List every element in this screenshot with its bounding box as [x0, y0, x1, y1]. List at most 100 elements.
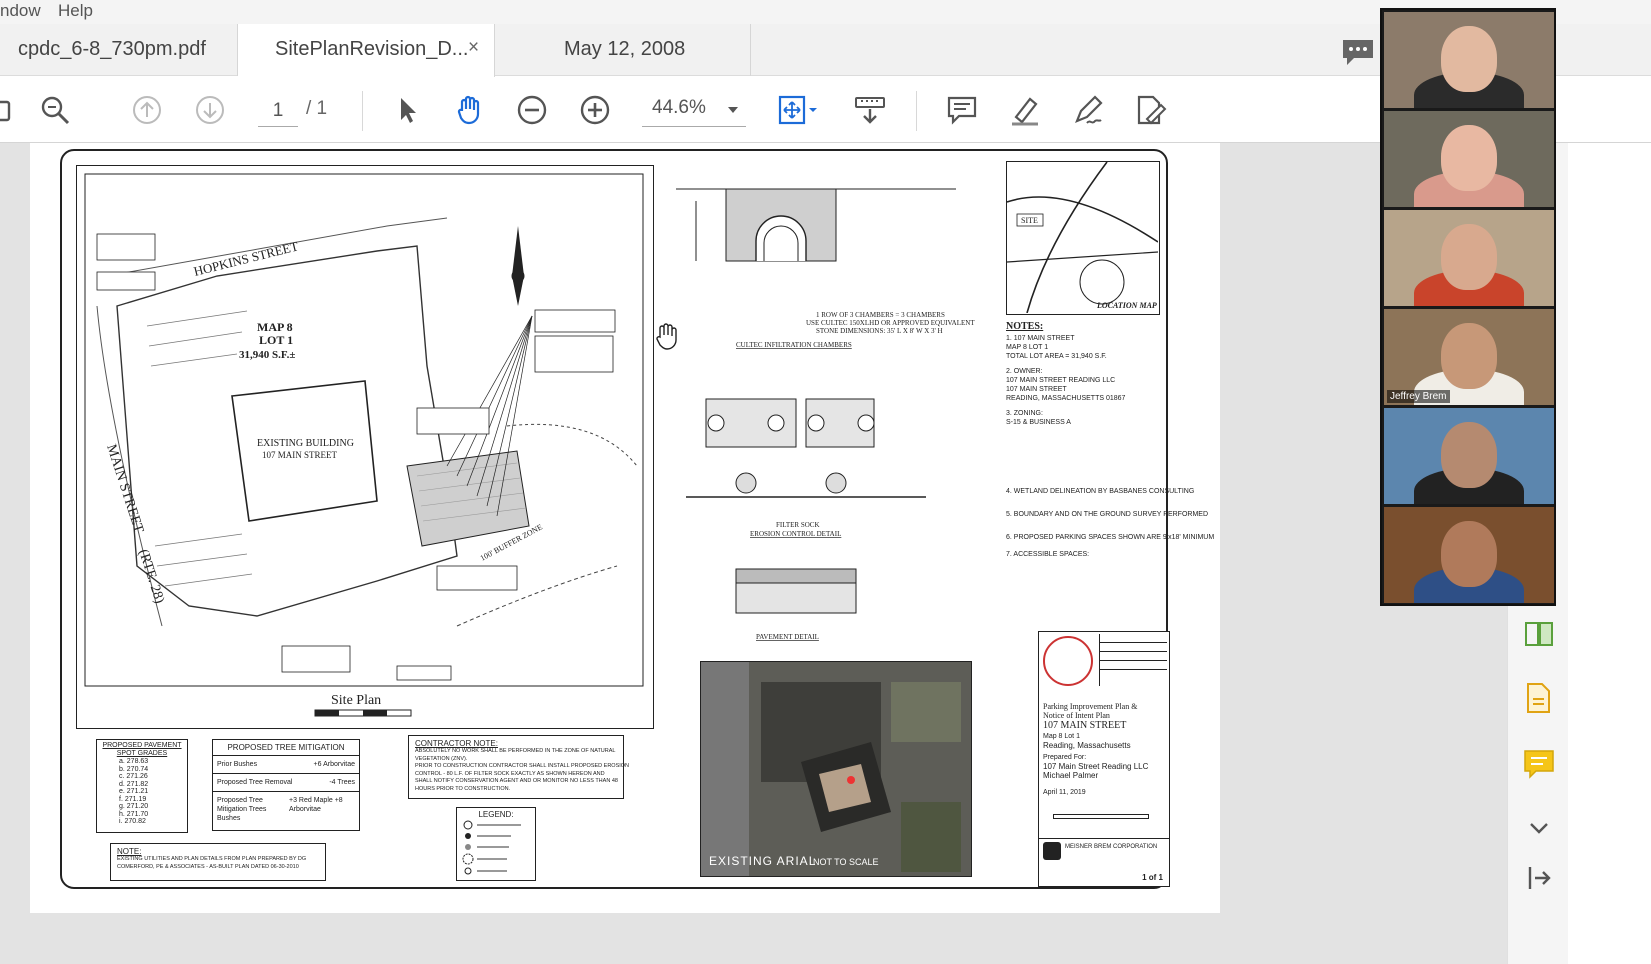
- hand-tool-icon[interactable]: [450, 90, 490, 130]
- participant-video-tile[interactable]: Jeffrey Brem: [1384, 309, 1554, 405]
- page-number-input[interactable]: [258, 95, 298, 127]
- edit-pdf-icon[interactable]: [1130, 90, 1170, 130]
- zoom-value: 44.6%: [652, 97, 706, 118]
- sheet-number: 1 of 1: [1142, 873, 1163, 882]
- close-tab-icon[interactable]: ×: [468, 37, 479, 59]
- client-contact: Michael Palmer: [1043, 771, 1099, 780]
- highlight-icon[interactable]: [1005, 90, 1045, 130]
- menu-icon[interactable]: [0, 90, 22, 130]
- site-plan-frame: HOPKINS STREET MAIN STREET (RTE. 28) MAP…: [76, 165, 654, 729]
- participant-face: [1441, 224, 1497, 290]
- pavement-detail-label: PAVEMENT DETAIL: [756, 633, 819, 641]
- select-arrow-icon[interactable]: [387, 90, 427, 130]
- title-block: Parking Improvement Plan & Notice of Int…: [1038, 631, 1170, 887]
- aerial-photo: EXISTING ARIAL NOT TO SCALE: [700, 661, 972, 877]
- note-line: 4. WETLAND DELINEATION BY BASBANES CONSU…: [1006, 488, 1195, 495]
- zoom-in-icon[interactable]: [575, 90, 615, 130]
- existing-building-label: EXISTING BUILDING: [257, 438, 354, 449]
- tab-cpdc-pdf[interactable]: cpdc_6-8_730pm.pdf: [0, 24, 238, 76]
- contractor-note: CONTRACTOR NOTE: ABSOLUTELY NO WORK SHAL…: [408, 735, 630, 799]
- aerial-scale: NOT TO SCALE: [813, 857, 879, 867]
- hopkins-street-label: HOPKINS STREET: [192, 238, 300, 279]
- collapse-panel-icon[interactable]: [1522, 861, 1556, 895]
- menu-window[interactable]: ndow: [0, 1, 41, 21]
- plan-name-2: Notice of Intent Plan: [1043, 711, 1110, 720]
- tree-row-left: Prior Bushes: [217, 761, 258, 768]
- site-plan-sheet: HOPKINS STREET MAIN STREET (RTE. 28) MAP…: [60, 149, 1215, 889]
- route-label: (RTE. 28): [135, 548, 167, 606]
- tree-row-left: Proposed Tree Mitigation Trees Bushes: [217, 797, 267, 822]
- note-line: 107 MAIN STREET READING LLC: [1006, 377, 1116, 384]
- tab-label: cpdc_6-8_730pm.pdf: [18, 38, 206, 60]
- note-line: TOTAL LOT AREA = 31,940 S.F.: [1006, 353, 1107, 360]
- contractor-line: PRIOR TO CONSTRUCTION CONTRACTOR SHALL I…: [415, 763, 630, 769]
- tab-label: May 12, 2008: [564, 38, 686, 60]
- engineer-seal: [1043, 636, 1093, 686]
- spot-grade: g. 271.20: [119, 803, 149, 810]
- aerial-label: EXISTING ARIAL: [709, 854, 817, 868]
- notes-block: NOTES: 1. 107 MAIN STREET MAP 8 LOT 1 TO…: [1006, 321, 1215, 601]
- site-plan-drawing: HOPKINS STREET MAIN STREET (RTE. 28) MAP…: [84, 173, 644, 717]
- zoom-out-icon[interactable]: [512, 90, 552, 130]
- note-line: 3. ZONING:: [1006, 410, 1043, 417]
- note-line: S-15 & BUSINESS A: [1006, 419, 1071, 426]
- video-participants-panel: Jeffrey Brem: [1380, 8, 1556, 606]
- toolbar-divider: [362, 91, 363, 131]
- participant-face: [1441, 125, 1497, 191]
- tab-may-12-2008[interactable]: May 12, 2008: [495, 24, 751, 76]
- participant-video-tile[interactable]: [1384, 408, 1554, 504]
- participant-face: [1441, 521, 1497, 587]
- note-line: 107 MAIN STREET: [1006, 386, 1067, 393]
- spot-grades-title: PROPOSED PAVEMENT SPOT GRADES: [102, 742, 182, 757]
- plan-date: April 11, 2019: [1043, 789, 1086, 796]
- note-line: 5. BOUNDARY AND ON THE GROUND SURVEY PER…: [1006, 511, 1209, 518]
- menu-help[interactable]: Help: [58, 1, 93, 21]
- participant-video-tile[interactable]: [1384, 111, 1554, 207]
- spot-grade: d. 271.82: [119, 780, 149, 788]
- lot-label: LOT 1: [259, 333, 293, 347]
- note-line: READING, MASSACHUSETTS 01867: [1006, 395, 1126, 402]
- plan-map-lot: Map 8 Lot 1: [1043, 733, 1080, 740]
- comment-icon[interactable]: [942, 90, 982, 130]
- chat-icon[interactable]: [1340, 37, 1376, 67]
- export-pdf-icon[interactable]: [1522, 681, 1556, 715]
- main-street-label: MAIN STREET: [103, 443, 146, 536]
- building-address-label: 107 MAIN STREET: [262, 450, 337, 460]
- page-up-icon[interactable]: [127, 90, 167, 130]
- notes-title: NOTES:: [1006, 321, 1044, 332]
- zoom-level-dropdown[interactable]: 44.6%: [642, 95, 746, 127]
- tab-siteplan-revision[interactable]: SitePlanRevision_D... ×: [238, 24, 495, 77]
- chambers-note-2: USE CULTEC 150XLHD OR APPROVED EQUIVALEN…: [806, 319, 975, 327]
- legend-title: LEGEND:: [478, 810, 514, 819]
- tree-row-right: +3 Red Maple +8 Arborvitae: [289, 797, 343, 813]
- tree-row: Proposed Tree Mitigation Trees Bushes +3…: [213, 792, 359, 827]
- compare-icon[interactable]: [1522, 617, 1556, 651]
- contractor-line: CONTROL - 80 L.F. OF FILTER SOCK EXACTLY…: [415, 770, 605, 777]
- location-map: SITE LOCATION MAP: [1006, 161, 1160, 315]
- page-down-icon[interactable]: [190, 90, 230, 130]
- chambers-note: 1 ROW OF 3 CHAMBERS = 3 CHAMBERS: [816, 311, 945, 319]
- fit-page-icon[interactable]: [772, 90, 822, 130]
- tree-mitigation-table: PROPOSED TREE MITIGATION Prior Bushes +6…: [212, 739, 360, 831]
- scroll-mode-icon[interactable]: [850, 90, 890, 130]
- tree-row: Proposed Tree Removal -4 Trees: [213, 774, 359, 792]
- detail-drawings: 1 ROW OF 3 CHAMBERS = 3 CHAMBERS USE CUL…: [676, 188, 975, 641]
- note-line: COMERFORD, PE & ASSOCIATES - AS-BUILT PL…: [117, 863, 299, 870]
- sign-icon[interactable]: [1068, 90, 1108, 130]
- note-line: 2. OWNER:: [1006, 368, 1043, 375]
- note-line: 7. ACCESSIBLE SPACES:: [1006, 551, 1090, 558]
- contractor-line: SHALL NOTIFY CONSERVATION AGENT AND OR M…: [415, 778, 618, 784]
- participant-video-tile[interactable]: [1384, 507, 1554, 603]
- document-viewport[interactable]: HOPKINS STREET MAIN STREET (RTE. 28) MAP…: [0, 143, 1507, 964]
- utilities-note: NOTE: EXISTING UTILITIES AND PLAN DETAIL…: [110, 843, 326, 881]
- participant-video-tile[interactable]: [1384, 12, 1554, 108]
- zoom-search-icon[interactable]: [35, 90, 75, 130]
- chevron-down-icon[interactable]: [1522, 811, 1556, 845]
- toolbar-divider: [916, 91, 917, 131]
- spot-grade: c. 271.26: [119, 773, 148, 780]
- map-lot-label: MAP 8: [257, 320, 293, 334]
- participant-video-tile[interactable]: [1384, 210, 1554, 306]
- sticky-note-icon[interactable]: [1522, 747, 1556, 781]
- plan-city: Reading, Massachusetts: [1043, 741, 1131, 750]
- note-line: 6. PROPOSED PARKING SPACES SHOWN ARE 9'x…: [1006, 534, 1215, 541]
